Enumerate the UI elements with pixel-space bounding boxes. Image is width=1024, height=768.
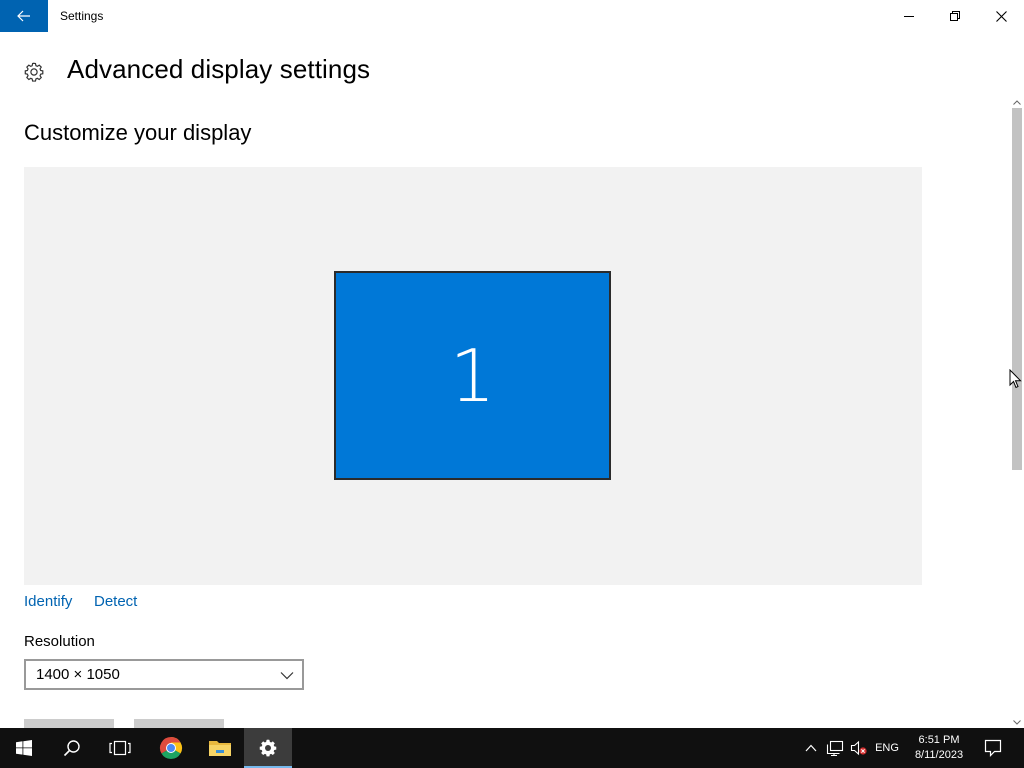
search-button[interactable] <box>48 728 96 768</box>
chrome-icon <box>159 737 183 760</box>
chevron-down-icon <box>280 672 294 680</box>
notification-icon <box>984 739 1002 757</box>
action-center-button[interactable] <box>978 728 1008 768</box>
title-bar: Settings <box>0 0 1024 32</box>
chevron-up-icon <box>805 744 817 752</box>
cancel-button[interactable] <box>134 719 224 728</box>
search-icon <box>63 740 80 757</box>
vertical-scrollbar[interactable] <box>1010 96 1024 728</box>
minimize-button[interactable] <box>886 0 932 32</box>
detect-link[interactable]: Detect <box>94 593 137 610</box>
volume-tray-button[interactable] <box>848 728 870 768</box>
apply-button[interactable] <box>24 719 114 728</box>
display-arrangement-area: 1 <box>24 167 922 585</box>
settings-taskbar-button[interactable] <box>244 728 292 768</box>
scroll-down-button[interactable] <box>1010 716 1024 728</box>
page-title: Advanced display settings <box>67 54 371 84</box>
clock-time: 6:51 PM <box>918 734 960 746</box>
scroll-down-arrow-icon <box>1013 719 1021 725</box>
clock[interactable]: 6:51 PM 8/11/2023 <box>906 728 972 768</box>
resolution-label: Resolution <box>24 633 95 650</box>
scroll-up-button[interactable] <box>1010 96 1024 108</box>
task-view-icon <box>109 740 131 756</box>
task-view-button[interactable] <box>96 728 144 768</box>
restore-button[interactable] <box>932 0 978 32</box>
close-button[interactable] <box>978 0 1024 32</box>
identify-link[interactable]: Identify <box>24 593 72 610</box>
section-title: Customize your display <box>24 120 252 145</box>
file-explorer-taskbar-button[interactable] <box>196 728 244 768</box>
minimize-icon <box>904 16 914 17</box>
restore-icon <box>950 11 960 21</box>
clock-date: 8/11/2023 <box>914 749 964 761</box>
back-button[interactable] <box>0 0 48 32</box>
resolution-value: 1400 × 1050 <box>36 666 120 683</box>
taskbar: ENG 6:51 PM 8/11/2023 <box>0 728 1024 768</box>
arrow-left-icon <box>17 10 30 22</box>
network-icon <box>826 740 844 756</box>
windows-start-icon <box>16 740 32 756</box>
mouse-cursor-icon <box>1009 369 1022 389</box>
show-hidden-icons-button[interactable] <box>800 728 822 768</box>
close-icon <box>995 10 1007 22</box>
gear-icon <box>24 62 44 82</box>
scroll-thumb[interactable] <box>1012 108 1022 470</box>
volume-muted-icon <box>850 740 867 756</box>
file-explorer-icon <box>209 741 231 756</box>
network-tray-button[interactable] <box>824 728 846 768</box>
start-button[interactable] <box>0 728 48 768</box>
language-indicator[interactable]: ENG <box>872 728 902 768</box>
monitor-number: 1 <box>449 333 496 418</box>
settings-gear-icon <box>259 739 277 757</box>
resolution-dropdown[interactable]: 1400 × 1050 <box>24 659 304 690</box>
monitor-1[interactable]: 1 <box>334 271 611 480</box>
window-title: Settings <box>60 9 104 23</box>
scroll-up-arrow-icon <box>1013 99 1021 105</box>
chrome-taskbar-button[interactable] <box>147 728 195 768</box>
